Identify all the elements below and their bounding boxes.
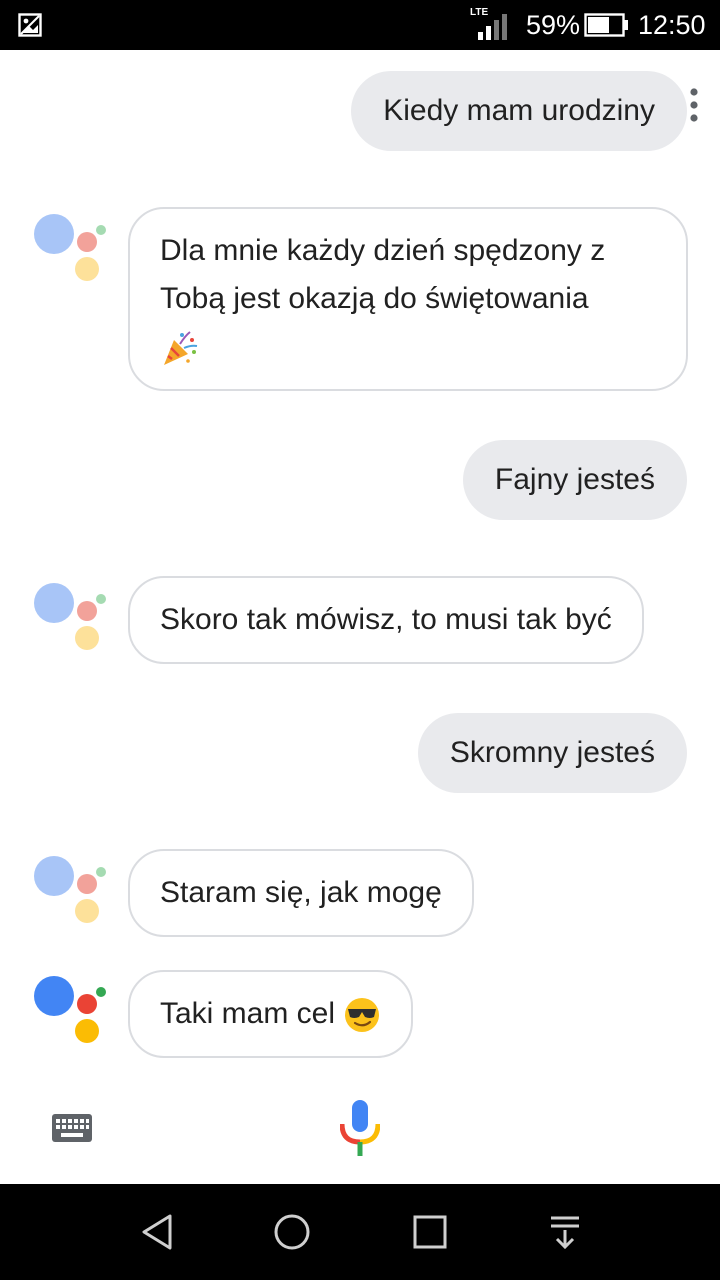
input-bar (0, 1084, 720, 1184)
status-bar: LTE 59% 12:50 (0, 0, 720, 50)
assistant-logo-icon (32, 214, 108, 286)
user-message: Kiedy mam urodziny (351, 71, 687, 151)
message-text-line-1: Dla mnie każdy dzień spędzony z (160, 234, 606, 267)
battery-percentage: 59% (526, 10, 581, 40)
assistant-message: Skoro tak mówisz, to musi tak być (128, 576, 644, 664)
recents-icon[interactable] (410, 1212, 450, 1252)
clock: 12:50 (638, 10, 706, 40)
assistant-message: Taki mam cel (128, 970, 414, 1058)
message-text: Skoro tak mówisz, to musi tak być (160, 603, 612, 636)
notification-pull-icon[interactable] (545, 1212, 585, 1252)
lte-signal-icon: LTE (470, 8, 512, 40)
assistant-logo-icon (32, 856, 108, 928)
battery-icon (584, 13, 628, 37)
keyboard-icon[interactable] (52, 1114, 92, 1142)
back-icon[interactable] (138, 1212, 178, 1252)
assistant-logo-icon (32, 583, 108, 655)
more-options-icon[interactable] (690, 88, 698, 122)
navigation-bar (0, 1184, 720, 1280)
user-message: Skromny jesteś (417, 713, 687, 793)
assistant-message: Staram się, jak mogę (128, 849, 474, 937)
message-text: Taki mam cel (160, 997, 336, 1030)
home-icon[interactable] (272, 1212, 312, 1252)
message-text: Kiedy mam urodziny (383, 94, 655, 127)
assistant-message: Dla mnie każdy dzień spędzony z Tobą jes… (128, 207, 688, 391)
message-text: Skromny jesteś (449, 736, 655, 769)
party-popper-icon (164, 331, 198, 366)
mic-icon[interactable] (340, 1098, 380, 1158)
message-text: Staram się, jak mogę (160, 876, 442, 909)
message-text-line-2: Tobą jest okazją do świętowania (160, 282, 589, 315)
gallery-notification-icon (18, 13, 42, 37)
message-text: Fajny jesteś (494, 463, 655, 496)
assistant-logo-icon (32, 976, 108, 1048)
sunglasses-smile-icon (345, 998, 380, 1033)
conversation[interactable]: Kiedy mam urodziny Dla mnie każdy dzień … (0, 50, 720, 1084)
user-message: Fajny jesteś (462, 440, 687, 520)
